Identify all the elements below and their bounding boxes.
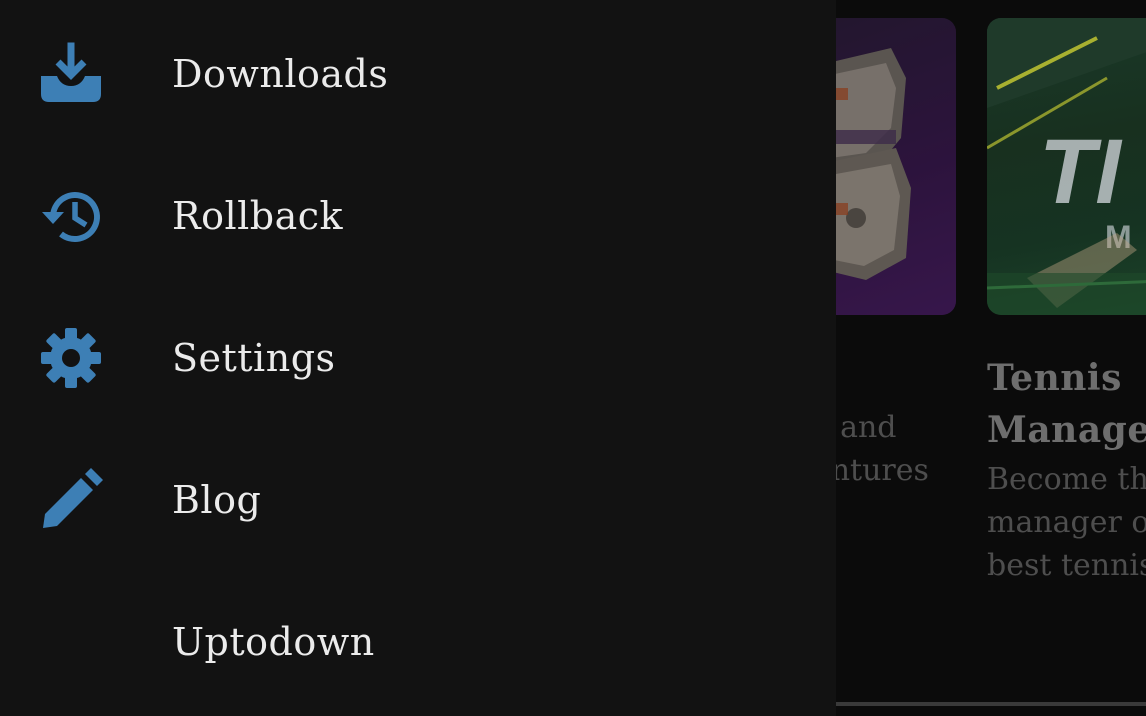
app-card-image xyxy=(836,18,956,315)
drawer-item-downloads[interactable]: Downloads xyxy=(0,3,836,145)
drawer-item-blog[interactable]: Blog xyxy=(0,429,836,571)
drawer-item-label: Blog xyxy=(172,478,262,522)
drawer-item-label: Downloads xyxy=(172,52,389,96)
drawer-item-label: Rollback xyxy=(172,194,344,238)
description-line: ventures xyxy=(836,453,929,488)
app-card[interactable]: fe ce and ventures xyxy=(836,18,956,492)
tennis-artwork: TI M xyxy=(987,18,1146,315)
robot-artwork xyxy=(836,18,956,315)
app-screen: fe ce and ventures TI M Te xyxy=(0,0,1146,716)
pencil-icon xyxy=(38,467,104,533)
app-card[interactable]: TI M Tennis Manage Become th manager o b… xyxy=(987,18,1146,587)
drawer-item-label: Uptodown xyxy=(172,620,375,664)
navigation-drawer: Downloads Rollback Settings Blog Uptodow… xyxy=(0,0,836,716)
app-card-title: fe xyxy=(836,350,956,406)
history-icon xyxy=(38,183,104,249)
background-content[interactable]: fe ce and ventures TI M Te xyxy=(836,0,1146,716)
drawer-item-label: Settings xyxy=(172,336,336,380)
gear-icon xyxy=(38,325,104,391)
divider xyxy=(836,702,1146,706)
app-card-image: TI M xyxy=(987,18,1146,315)
title-line: Tennis xyxy=(987,357,1122,399)
drawer-item-settings[interactable]: Settings xyxy=(0,287,836,429)
title-line: Manage xyxy=(987,409,1146,451)
drawer-item-rollback[interactable]: Rollback xyxy=(0,145,836,287)
app-card-description: ce and ventures xyxy=(836,406,956,492)
description-line: manager o xyxy=(987,505,1146,540)
app-card-title: Tennis Manage xyxy=(987,350,1146,458)
svg-text:TI: TI xyxy=(1039,121,1123,223)
app-card-description: Become th manager o best tennis xyxy=(987,458,1146,587)
description-line: Become th xyxy=(987,462,1146,497)
description-line: best tennis xyxy=(987,548,1146,583)
drawer-item-uptodown[interactable]: Uptodown xyxy=(0,571,836,713)
description-line: ce and xyxy=(836,410,897,445)
download-tray-icon xyxy=(38,41,104,107)
